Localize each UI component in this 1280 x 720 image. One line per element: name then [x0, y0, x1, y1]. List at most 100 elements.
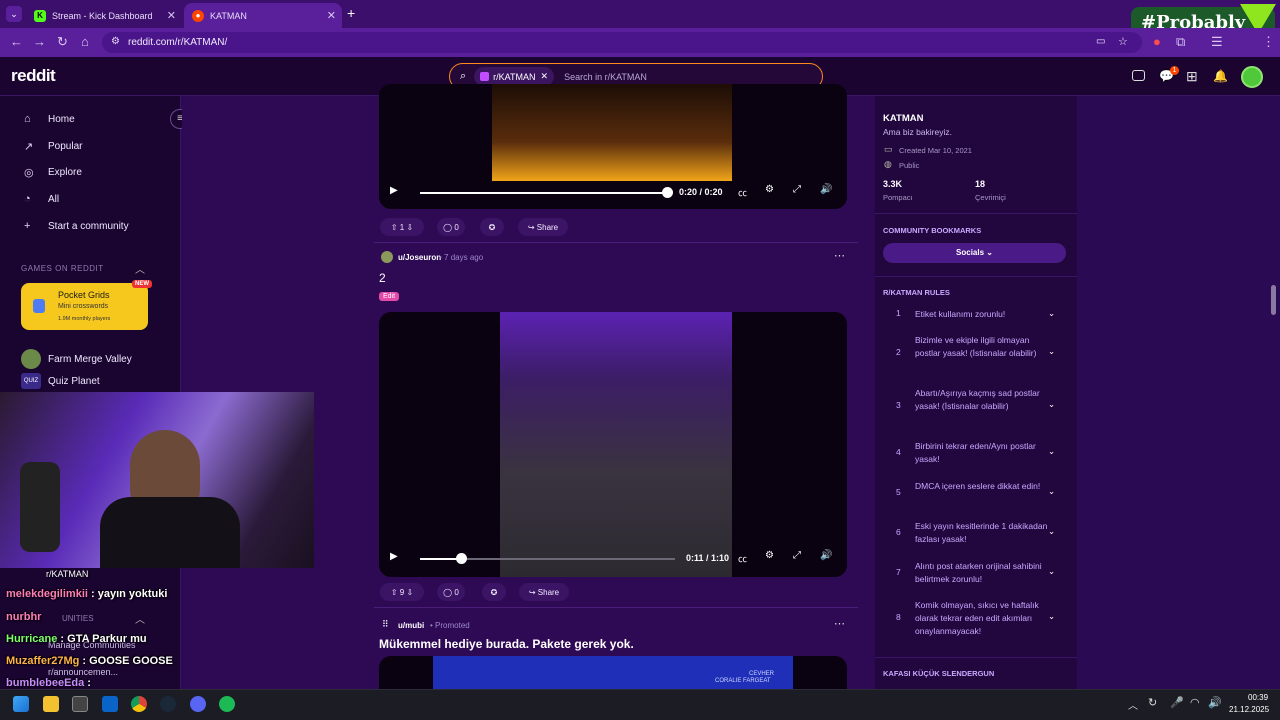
rule-item[interactable]: 5 DMCA içeren seslere dikkat edin! ⌄ — [875, 480, 1077, 507]
tray-chevron-icon[interactable]: ︿ — [1128, 697, 1138, 712]
back-icon[interactable]: ← — [10, 34, 23, 49]
home-icon[interactable]: ⌂ — [81, 34, 89, 49]
nav-start-community[interactable]: + Start a community — [24, 220, 129, 232]
close-icon[interactable]: ✕ — [327, 9, 336, 22]
new-tab-button[interactable]: + — [347, 5, 355, 21]
ads-icon[interactable] — [1132, 70, 1145, 81]
extension-icon[interactable]: ● — [1153, 34, 1161, 49]
rule-item[interactable]: 3 Abartı/Aşırıya kaçmış sad postlar yasak… — [875, 387, 1077, 427]
post2-video[interactable]: ▶ 0:11 / 1:10 ㏄ ⚙ ⤢ 🔊 — [379, 312, 847, 577]
rule-item[interactable]: 1 Etiket kullanımı zorunlu! ⌄ — [875, 308, 1077, 322]
reddit-logo[interactable]: reddit — [11, 66, 56, 86]
promo-banner-line1: CEVHER — [749, 671, 775, 677]
tab-katman[interactable]: ● KATMAN ✕ — [184, 3, 342, 28]
settings-icon[interactable]: ⚙ — [765, 184, 774, 195]
post2-author-avatar[interactable] — [381, 251, 393, 263]
volume-icon[interactable]: 🔊 — [820, 550, 832, 561]
rule-item[interactable]: 8 Komik olmayan, sıkıcı ve haftalık olara… — [875, 599, 1077, 639]
site-info-icon[interactable]: ⚙ — [111, 36, 120, 47]
nav-all[interactable]: ◔ All — [24, 193, 59, 205]
promo-title[interactable]: Mükemmel hediye burada. Pakete gerek yok… — [379, 637, 634, 651]
puzzle-icon[interactable]: ⧉ — [1176, 34, 1185, 50]
create-post-icon[interactable]: ⊞ — [1186, 68, 1198, 85]
upvote-icon[interactable]: ⇧ — [391, 223, 398, 232]
post2-award-button[interactable]: ✪ — [482, 583, 506, 601]
video-progress-handle[interactable] — [662, 187, 673, 198]
game-farm-merge-valley[interactable]: Farm Merge Valley — [21, 349, 132, 369]
install-icon[interactable]: ▭ — [1096, 36, 1105, 47]
communities-heading[interactable]: UNITIES — [62, 614, 94, 623]
spotify-icon[interactable] — [219, 696, 235, 712]
outlook-icon[interactable] — [102, 696, 118, 712]
tray-wifi-icon[interactable]: ◠ — [1190, 696, 1200, 709]
post1-video[interactable]: ▶ 0:20 / 0:20 ㏄ ⚙ ⤢ 🔊 — [379, 84, 847, 209]
rule-item[interactable]: 6 Eski yayın kesitlerinde 1 dakikadan faz… — [875, 520, 1077, 547]
taskbar-time[interactable]: 00:39 — [1248, 693, 1268, 702]
page-scrollbar[interactable] — [1271, 285, 1276, 315]
url-field[interactable]: ⚙ reddit.com/r/KATMAN/ ▭ ☆ — [102, 32, 1142, 53]
nav-home[interactable]: ⌂ Home — [24, 113, 75, 125]
post1-comments-button[interactable]: ◯ 0 — [437, 218, 465, 236]
rule-item[interactable]: 7 Alıntı post atarken orijinal sahibini b… — [875, 560, 1077, 587]
bookmark-star-icon[interactable]: ☆ — [1118, 35, 1128, 48]
menu-icon[interactable]: ⋮ — [1262, 34, 1275, 50]
volume-icon[interactable]: 🔊 — [820, 184, 832, 195]
close-icon[interactable]: ✕ — [167, 9, 176, 22]
tray-mic-icon[interactable]: 🎤 — [1170, 696, 1184, 709]
notification-bell-icon[interactable]: 🔔 — [1213, 69, 1228, 83]
tab-kick-dashboard[interactable]: K Stream - Kick Dashboard ✕ — [26, 3, 182, 28]
captions-icon[interactable]: ㏄ — [738, 552, 747, 565]
nav-explore[interactable]: ◎ Explore — [24, 166, 82, 179]
post2-author[interactable]: u/Joseuron — [398, 253, 441, 262]
captions-icon[interactable]: ㏄ — [738, 186, 747, 199]
store-icon[interactable] — [72, 696, 88, 712]
game-quiz-planet[interactable]: QUIZ Quiz Planet — [21, 373, 100, 389]
featured-game-card[interactable]: Pocket Grids Mini crosswords 1.9M monthl… — [21, 280, 152, 330]
downvote-icon[interactable]: ⇩ — [406, 588, 413, 597]
tray-volume-icon[interactable]: 🔊 — [1208, 696, 1222, 709]
reading-list-icon[interactable]: ☰ — [1211, 34, 1223, 50]
taskbar-date[interactable]: 21.12.2025 — [1229, 705, 1269, 714]
settings-icon[interactable]: ⚙ — [765, 550, 774, 561]
socials-button[interactable]: Socials ⌄ — [883, 243, 1066, 263]
upvote-icon[interactable]: ⇧ — [391, 588, 398, 597]
post2-title[interactable]: 2 — [379, 271, 386, 285]
fullscreen-icon[interactable]: ⤢ — [793, 550, 801, 561]
rule-item[interactable]: 4 Birbirini tekrar eden/Aynı postlar yasa… — [875, 440, 1077, 467]
downvote-icon[interactable]: ⇩ — [406, 223, 413, 232]
play-icon[interactable]: ▶ — [390, 185, 398, 196]
nav-label: Start a community — [48, 220, 129, 232]
play-icon[interactable]: ▶ — [390, 551, 398, 562]
tray-sync-icon[interactable]: ↻ — [1148, 696, 1157, 709]
games-heading[interactable]: GAMES ON REDDIT — [21, 264, 104, 273]
fullscreen-icon[interactable]: ⤢ — [793, 184, 801, 195]
video-progress-track[interactable] — [420, 192, 668, 194]
post-overflow-icon[interactable]: ⋯ — [834, 617, 845, 630]
file-explorer-icon[interactable] — [43, 696, 59, 712]
nav-popular[interactable]: ↗ Popular — [24, 140, 82, 153]
forward-icon[interactable]: → — [33, 34, 46, 49]
user-avatar[interactable] — [1241, 66, 1263, 88]
windows-start-icon[interactable] — [13, 696, 29, 712]
post2-comments-button[interactable]: ◯ 0 — [437, 583, 465, 601]
post1-award-button[interactable]: ✪ — [480, 218, 504, 236]
chrome-icon[interactable] — [131, 696, 147, 712]
chevron-up-icon[interactable]: ︿ — [135, 261, 145, 276]
post-overflow-icon[interactable]: ⋯ — [834, 249, 845, 262]
steam-icon[interactable] — [160, 696, 176, 712]
reload-icon[interactable]: ↻ — [57, 34, 68, 50]
rule-number: 2 — [896, 347, 901, 357]
post2-share-button[interactable]: ↪ Share — [519, 583, 569, 601]
rule-item[interactable]: 2 Bizimle ve ekiple ilgili olmayan postla… — [875, 334, 1077, 374]
discord-icon[interactable] — [190, 696, 206, 712]
mubi-logo-icon[interactable]: ⠿ — [382, 619, 389, 630]
close-icon[interactable]: ✕ — [541, 71, 549, 82]
chat-text: : yayın yoktuki — [87, 588, 168, 600]
chevron-up-icon[interactable]: ︿ — [135, 611, 145, 626]
video-progress-handle[interactable] — [456, 553, 467, 564]
promo-author[interactable]: u/mubi — [398, 621, 424, 630]
post2-flair[interactable]: Edit — [379, 292, 400, 301]
post1-share-button[interactable]: ↪ Share — [518, 218, 568, 236]
tab-list-button[interactable]: ⌄ — [6, 6, 22, 22]
announcements-community[interactable]: r/announcemen... — [48, 667, 118, 677]
